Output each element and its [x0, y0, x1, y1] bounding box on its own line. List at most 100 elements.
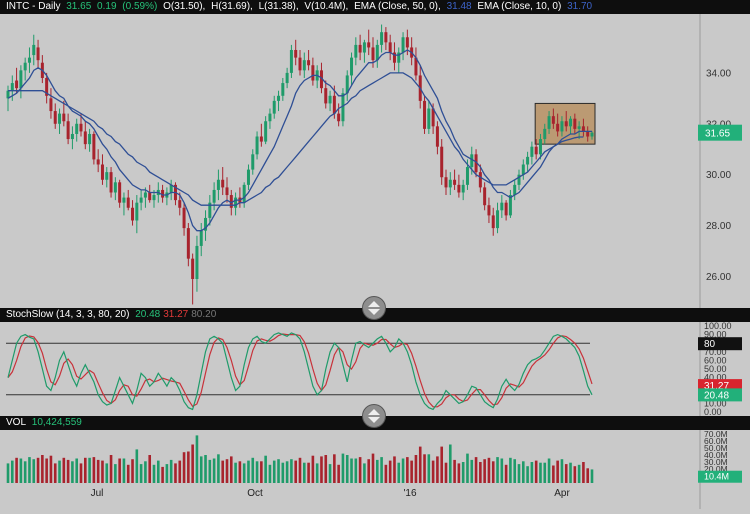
volume-bar — [161, 466, 164, 483]
volume-bar — [242, 463, 246, 483]
volume-bar — [19, 458, 23, 483]
open-value: O(31.50), — [163, 1, 206, 12]
volume-bar — [83, 457, 87, 483]
volume-bar — [28, 457, 31, 483]
candle-body — [371, 47, 375, 61]
volume-pane-resize-handle[interactable] — [362, 404, 386, 428]
ema10-value: 31.70 — [567, 1, 593, 12]
volume-bar — [204, 455, 207, 483]
candle-body — [483, 187, 487, 206]
volume-bar — [345, 455, 349, 483]
candle-body — [440, 146, 444, 178]
candle-body — [586, 131, 590, 137]
candle-body — [23, 62, 27, 71]
stoch-k-line — [7, 332, 593, 411]
candle-body — [491, 215, 495, 229]
candle-body — [96, 159, 100, 165]
stoch-pane[interactable]: 100.0090.0080.0070.0060.0050.0040.0030.0… — [0, 321, 750, 417]
candle-body — [186, 228, 190, 259]
volume-bar — [333, 454, 336, 483]
candle-body — [337, 113, 341, 122]
stoch-label: StochSlow (14, 3, 3, 80, 20) — [6, 309, 130, 320]
volume-bar — [251, 457, 255, 483]
volume-bar — [418, 446, 422, 483]
candle-body — [131, 207, 135, 221]
volume-bar — [444, 462, 448, 483]
candle-body — [367, 42, 371, 48]
volume-bar — [315, 463, 319, 483]
volume-bar — [195, 435, 199, 483]
volume-bar — [285, 461, 289, 483]
volume-bar — [109, 455, 113, 483]
volume-bar — [118, 458, 121, 483]
ema50-label: EMA (Close, 50, 0), — [354, 1, 441, 12]
volume-bar — [397, 462, 401, 483]
candle-body — [590, 132, 594, 137]
volume-bar — [182, 452, 186, 483]
volume-bar — [165, 464, 169, 483]
volume-bar — [440, 446, 444, 483]
candle-body — [58, 113, 62, 124]
volume-bar — [504, 464, 508, 483]
volume-bar — [560, 459, 564, 483]
volume-bar — [401, 458, 405, 483]
candle-body — [423, 100, 427, 129]
price-chart[interactable]: 34.0032.0030.0028.0026.0031.65 — [0, 14, 750, 308]
volume-pane[interactable]: 70.0M60.0M50.0M40.0M30.0M20.0M10.0M10.4M… — [0, 429, 750, 509]
volume-bar — [277, 459, 280, 483]
volume-bar — [238, 461, 242, 483]
volume-bar — [483, 459, 486, 483]
volume-bar — [156, 460, 160, 483]
candle-body — [302, 60, 306, 71]
candle-body — [264, 121, 268, 142]
candle-body — [556, 123, 560, 132]
volume-bar — [509, 457, 512, 483]
volume-chart[interactable]: 70.0M60.0M50.0M40.0M30.0M20.0M10.0M10.4M… — [0, 429, 750, 509]
volume-badge-label: 10.4M — [704, 472, 729, 482]
resize-up-icon — [368, 409, 380, 415]
volume-bar — [255, 461, 259, 483]
candle-body — [375, 44, 379, 61]
volume-bar — [114, 464, 117, 483]
stoch-pane-resize-handle[interactable] — [362, 296, 386, 320]
candle-body — [380, 32, 384, 45]
volume-bar — [260, 461, 263, 483]
price-tick-label: 28.00 — [706, 221, 731, 232]
price-pane[interactable]: 34.0032.0030.0028.0026.0031.65 — [0, 14, 750, 308]
candle-body — [538, 139, 542, 155]
candle-body — [543, 128, 547, 140]
volume-bar — [79, 463, 83, 483]
stoch-chart[interactable]: 100.0090.0080.0070.0060.0050.0040.0030.0… — [0, 321, 750, 417]
candle-body — [569, 118, 573, 127]
x-tick-label: Jul — [91, 488, 104, 499]
candle-body — [358, 44, 362, 53]
volume-bar — [487, 457, 491, 483]
volume-bar — [491, 461, 495, 483]
resize-down-icon — [368, 309, 380, 315]
candle-body — [246, 169, 250, 185]
volume-bar — [6, 463, 10, 483]
high-value: H(31.69), — [211, 1, 253, 12]
volume-bar — [264, 455, 267, 483]
volume-bar — [324, 455, 328, 483]
volume-bar — [375, 459, 379, 483]
candle-body — [53, 111, 57, 124]
volume-bar — [135, 449, 139, 483]
candle-body — [328, 95, 332, 104]
candle-body — [19, 70, 23, 89]
volume-bar — [539, 462, 542, 483]
volume-bar — [556, 460, 559, 483]
volume-bar — [513, 459, 517, 483]
candle-body — [70, 133, 74, 140]
candle-body — [216, 179, 220, 190]
price-change: 0.19 — [97, 1, 117, 12]
candle-body — [560, 121, 564, 132]
candle-body — [504, 202, 508, 216]
candle-body — [500, 202, 504, 211]
volume-bar — [290, 459, 293, 483]
volume-bar — [427, 454, 431, 483]
candle-body — [212, 189, 216, 203]
candle-body — [143, 192, 147, 198]
volume-bar — [122, 458, 126, 483]
candle-body — [577, 126, 581, 129]
